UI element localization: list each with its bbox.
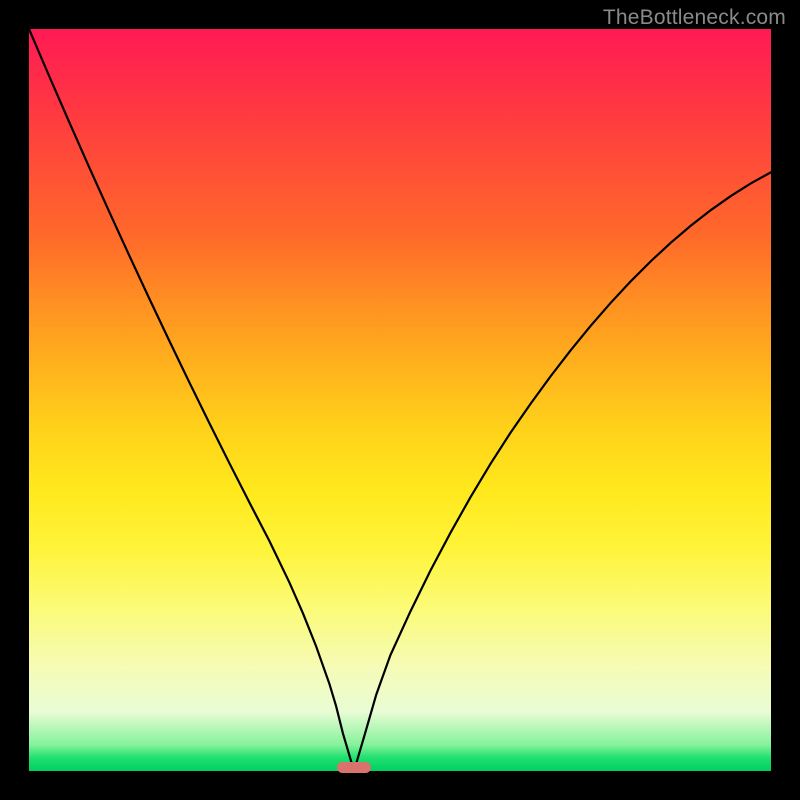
curve-svg bbox=[29, 29, 771, 771]
bottleneck-curve bbox=[29, 29, 771, 771]
chart-frame: TheBottleneck.com bbox=[0, 0, 800, 800]
plot-area bbox=[29, 29, 771, 771]
watermark-text: TheBottleneck.com bbox=[603, 6, 786, 30]
optimal-marker bbox=[337, 762, 371, 773]
